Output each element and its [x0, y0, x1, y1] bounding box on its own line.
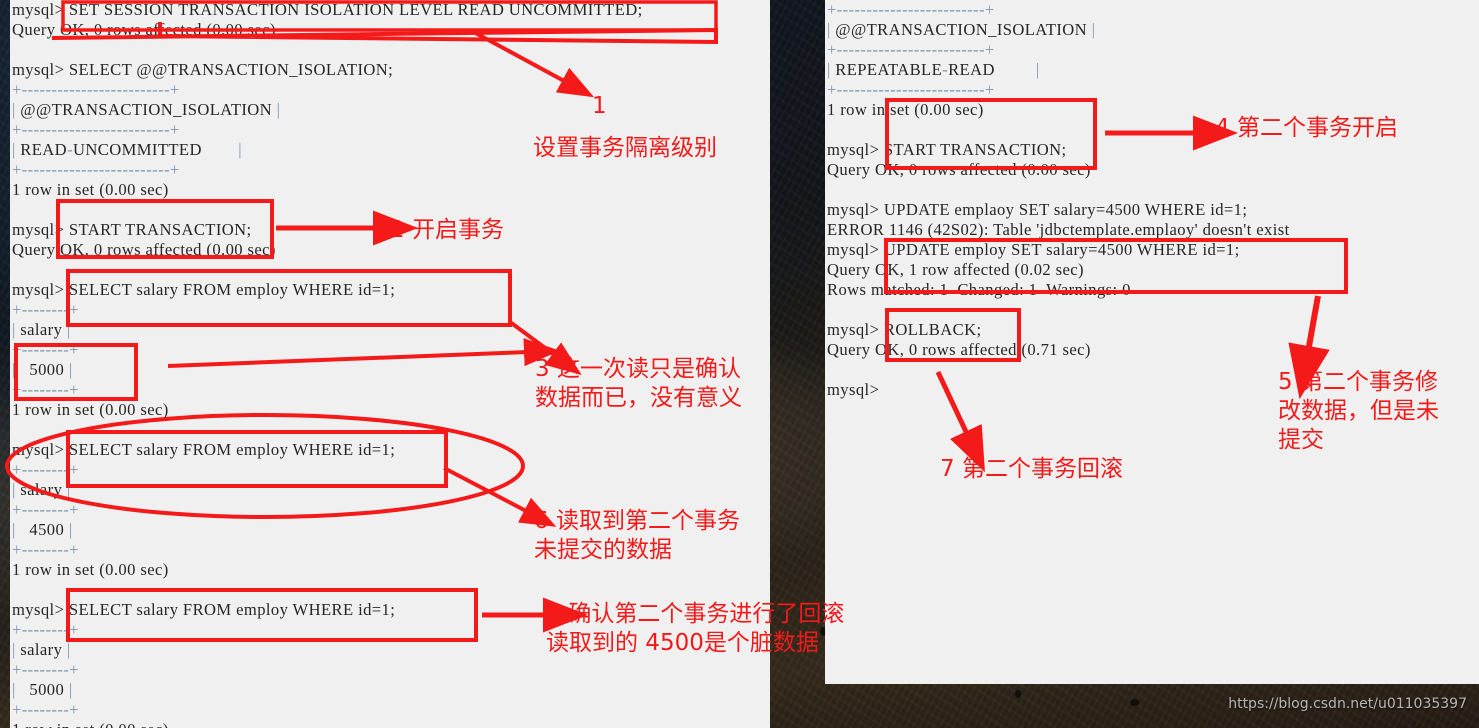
wallpaper-speck [1015, 690, 1021, 698]
desktop-screenshot: mysql> SET SESSION TRANSACTION ISOLATION… [0, 0, 1479, 728]
annotation-8-text: 8:确认第二个事务进行了回滚 读取到的 4500是个脏数据 [546, 601, 845, 656]
terminal-line: | 5000 | [12, 680, 73, 699]
terminal-line: mysql> SELECT salary FROM employ WHERE i… [12, 280, 396, 299]
terminal-line: +-------------------------+ [827, 0, 995, 19]
terminal-output-session-2: +-------------------------+ | @@TRANSACTI… [825, 0, 1479, 400]
terminal-line: | @@TRANSACTION_ISOLATION | [827, 20, 1096, 39]
blog-watermark: https://blog.csdn.net/u011035397 [1228, 696, 1467, 712]
terminal-line: Query OK, 0 rows affected (0.00 sec) [827, 160, 1091, 179]
terminal-line: mysql> SELECT @@TRANSACTION_ISOLATION; [12, 60, 394, 79]
terminal-line: mysql> UPDATE emplaoy SET salary=4500 WH… [827, 200, 1248, 219]
terminal-line: +-------------------------+ [12, 160, 180, 179]
terminal-line: | @@TRANSACTION_ISOLATION | [12, 100, 281, 119]
terminal-line: 1 row in set (0.00 sec) [12, 180, 169, 199]
terminal-line: ERROR 1146 (42S02): Table 'jdbctemplate.… [827, 220, 1290, 239]
terminal-line: | salary | [12, 480, 71, 499]
annotation-6-text: 6 读取到第二个事务 未提交的数据 [534, 508, 740, 563]
terminal-line: | salary | [12, 320, 71, 339]
terminal-line: Query OK, 1 row affected (0.02 sec) [827, 260, 1084, 279]
terminal-line: Rows matched: 1 Changed: 1 Warnings: 0 [827, 280, 1131, 299]
terminal-line: mysql> SELECT salary FROM employ WHERE i… [12, 440, 396, 459]
terminal-line: +--------+ [12, 700, 79, 719]
annotation-7-text: 7 第二个事务回滚 [940, 456, 1123, 482]
terminal-line: +-------------------------+ [827, 40, 995, 59]
terminal-line: mysql> UPDATE employ SET salary=4500 WHE… [827, 240, 1240, 259]
terminal-line: mysql> SET SESSION TRANSACTION ISOLATION… [12, 0, 643, 19]
annotation-2-text: 2 开启事务 [390, 217, 504, 243]
annotation-4-text: 4 第二个事务开启 [1215, 115, 1398, 141]
terminal-line: +--------+ [12, 300, 79, 319]
terminal-line: | REPEATABLE-READ | [827, 60, 1040, 79]
terminal-line: Query OK, 0 rows affected (0.71 sec) [827, 340, 1091, 359]
terminal-line: mysql> START TRANSACTION; [827, 140, 1067, 159]
terminal-line: 1 row in set (0.00 sec) [12, 720, 770, 728]
annotation-3-text: 3 这一次读只是确认 数据而已，没有意义 [535, 356, 742, 411]
terminal-line: +-------------------------+ [12, 80, 180, 99]
annotation-1-number: 1 [592, 93, 607, 119]
terminal-line: Query OK, 0 rows affected (0.00 sec) [12, 20, 276, 39]
annotation-5-text: 5 第二个事务修 改数据，但是未 提交 [1278, 369, 1439, 453]
annotation-1-text: 设置事务隔离级别 [533, 135, 717, 161]
terminal-line: +-------------------------+ [827, 80, 995, 99]
terminal-line: mysql> ROLLBACK; [827, 320, 982, 339]
terminal-line: +--------+ [12, 660, 79, 679]
terminal-window-session-2[interactable]: +-------------------------+ | @@TRANSACTI… [825, 0, 1479, 684]
wallpaper-speck [1130, 699, 1139, 706]
terminal-line: +--------+ [12, 460, 79, 479]
